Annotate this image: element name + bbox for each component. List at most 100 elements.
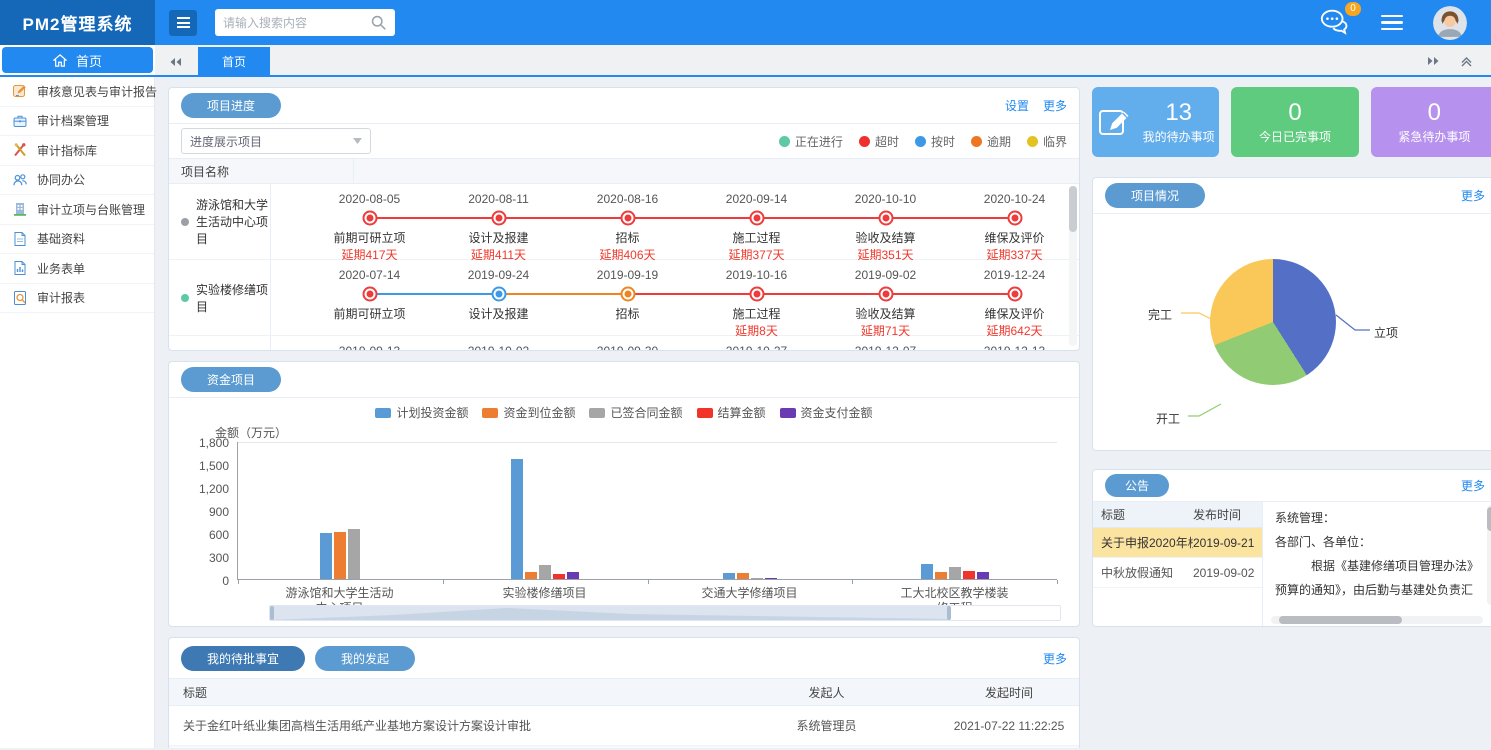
base-data-icon <box>12 231 28 247</box>
bar[interactable] <box>737 573 749 579</box>
project-progress-title[interactable]: 项目进度 <box>181 93 281 118</box>
bar[interactable] <box>935 572 947 579</box>
timeline-stage: 2019-12-24 维保及评价 延期642天 <box>950 268 1079 335</box>
funds-title[interactable]: 资金项目 <box>181 367 281 392</box>
bar[interactable] <box>539 565 551 579</box>
search-box[interactable] <box>215 9 395 36</box>
y-axis-tick: 0 <box>173 574 229 588</box>
bar[interactable] <box>320 533 332 579</box>
sidebar-item[interactable]: 审计立项与台账管理 <box>0 195 154 225</box>
stage-node[interactable] <box>362 287 377 302</box>
sidebar-item[interactable]: 协同办公 <box>0 166 154 196</box>
sidebar-item[interactable]: 审计报表 <box>0 284 154 314</box>
approval-row[interactable]: 关于金红叶纸业集团高档生活用纸产业基地方案设计方案设计审批 系统管理员 2021… <box>169 706 1079 746</box>
bar[interactable] <box>977 572 989 579</box>
stage-node[interactable] <box>1007 211 1022 226</box>
status-title[interactable]: 项目情况 <box>1105 183 1205 208</box>
x-axis-tick <box>443 580 444 584</box>
stage-node[interactable] <box>620 287 635 302</box>
bar-group <box>443 442 648 579</box>
sidebar-item[interactable]: 审计档案管理 <box>0 107 154 137</box>
bar[interactable] <box>751 578 763 579</box>
bar-legend-item[interactable]: 已签合同金额 <box>589 404 682 421</box>
sidebar-item-home[interactable]: 首页 <box>2 47 153 73</box>
stage-node[interactable] <box>878 287 893 302</box>
progress-row[interactable]: 游泳馆和大学生活动中心项目 2020-08-05 前期可研立项 延期417天 2… <box>169 184 1079 260</box>
stage-delay: 延期351天 <box>821 246 950 260</box>
stage-node[interactable] <box>491 211 506 226</box>
announcements-more-link[interactable]: 更多 <box>1461 477 1485 494</box>
announcement-row[interactable]: 中秋放假通知 2019-09-02 <box>1093 558 1262 588</box>
bar[interactable] <box>921 564 933 579</box>
legend-label: 已签合同金额 <box>610 404 682 421</box>
stage-node[interactable] <box>362 211 377 226</box>
progress-filter-select[interactable]: 进度展示项目 <box>181 128 371 154</box>
progress-row[interactable]: 2019-09-13 2019-10-02 2019-09-30 <box>169 336 1079 350</box>
stage-date: 2019-12-07 <box>821 344 950 350</box>
bar-legend-item[interactable]: 资金到位金额 <box>482 404 575 421</box>
legend-swatch <box>697 408 713 418</box>
bar[interactable] <box>567 572 579 579</box>
approvals-more-link[interactable]: 更多 <box>1043 650 1067 667</box>
announcement-vscrollbar[interactable] <box>1487 505 1491 605</box>
bar-legend-item[interactable]: 计划投资金额 <box>375 404 468 421</box>
progress-scrollbar[interactable] <box>1069 186 1077 346</box>
bar[interactable] <box>511 459 523 579</box>
stage-node[interactable] <box>620 211 635 226</box>
sidebar-item[interactable]: 业务表单 <box>0 254 154 284</box>
user-avatar[interactable] <box>1433 6 1467 40</box>
zoom-handle-left[interactable] <box>270 606 274 620</box>
bar[interactable] <box>553 574 565 579</box>
search-input[interactable] <box>223 16 370 30</box>
messages-icon[interactable]: 0 <box>1319 8 1351 38</box>
announcement-row[interactable]: 关于申报2020年校园基 2019-09-21 <box>1093 528 1262 558</box>
bar[interactable] <box>723 573 735 579</box>
tab-home[interactable]: 首页 <box>198 47 270 75</box>
tabs-scroll-left-icon[interactable] <box>169 57 182 67</box>
bar[interactable] <box>334 532 346 579</box>
approvals-tab[interactable]: 我的发起 <box>315 646 415 671</box>
progress-settings-link[interactable]: 设置 <box>1005 97 1029 114</box>
stage-node[interactable] <box>749 211 764 226</box>
stage-node[interactable] <box>878 211 893 226</box>
announcements-title[interactable]: 公告 <box>1105 474 1169 497</box>
stat-card[interactable]: 13 我的待办事项 <box>1092 87 1219 157</box>
x-axis-tick <box>238 580 239 584</box>
sidebar-item[interactable]: 审计指标库 <box>0 136 154 166</box>
zoom-handle-right[interactable] <box>947 606 951 620</box>
approval-row[interactable]: 合同拟定<橡胶甄源橡胶>审批 系统管理员 2021-07-22 11:10:52 <box>169 746 1079 748</box>
stage-node[interactable] <box>749 287 764 302</box>
stage-name: 验收及结算 <box>821 305 950 319</box>
stage-node[interactable] <box>491 287 506 302</box>
bar[interactable] <box>765 578 777 579</box>
stage-node[interactable] <box>1007 287 1022 302</box>
bar[interactable] <box>949 567 961 579</box>
bar[interactable] <box>525 572 537 579</box>
announcement-hscrollbar[interactable] <box>1271 616 1483 624</box>
announcement-date: 2019-09-21 <box>1193 536 1261 550</box>
progress-more-link[interactable]: 更多 <box>1043 97 1067 114</box>
bar-legend-item[interactable]: 结算金额 <box>697 404 766 421</box>
bar-chart-zoom-slider[interactable] <box>269 605 1061 621</box>
stage-date: 2020-08-11 <box>434 192 563 206</box>
progress-row[interactable]: 实验楼修缮项目 2020-07-14 前期可研立项 2019-09-24 设计及… <box>169 260 1079 336</box>
approvals-tab[interactable]: 我的待批事宜 <box>181 646 305 671</box>
stat-card[interactable]: 0 紧急待办事项 <box>1371 87 1491 157</box>
bar[interactable] <box>348 529 360 579</box>
app-menu-icon[interactable] <box>1381 15 1403 31</box>
y-axis-tick: 1,500 <box>173 459 229 473</box>
search-icon[interactable] <box>370 14 387 31</box>
status-more-link[interactable]: 更多 <box>1461 187 1485 204</box>
stage-delay: 延期8天 <box>692 322 821 336</box>
timeline-stage: 2019-09-13 <box>305 344 434 350</box>
stat-card[interactable]: 0 今日已完事项 <box>1231 87 1358 157</box>
tabs-scroll-right-icon[interactable] <box>1427 56 1440 66</box>
sidebar-item[interactable]: 基础资料 <box>0 225 154 255</box>
sidebar-item[interactable]: 审核意见表与审计报告 <box>0 77 154 107</box>
bar[interactable] <box>963 571 975 579</box>
announcements-col-date: 发布时间 <box>1193 506 1261 523</box>
collapse-up-icon[interactable] <box>1460 55 1473 67</box>
bar-legend-item[interactable]: 资金支付金额 <box>780 404 873 421</box>
sidebar-toggle-icon[interactable] <box>169 10 197 36</box>
zoom-slider-selection[interactable] <box>270 606 949 620</box>
